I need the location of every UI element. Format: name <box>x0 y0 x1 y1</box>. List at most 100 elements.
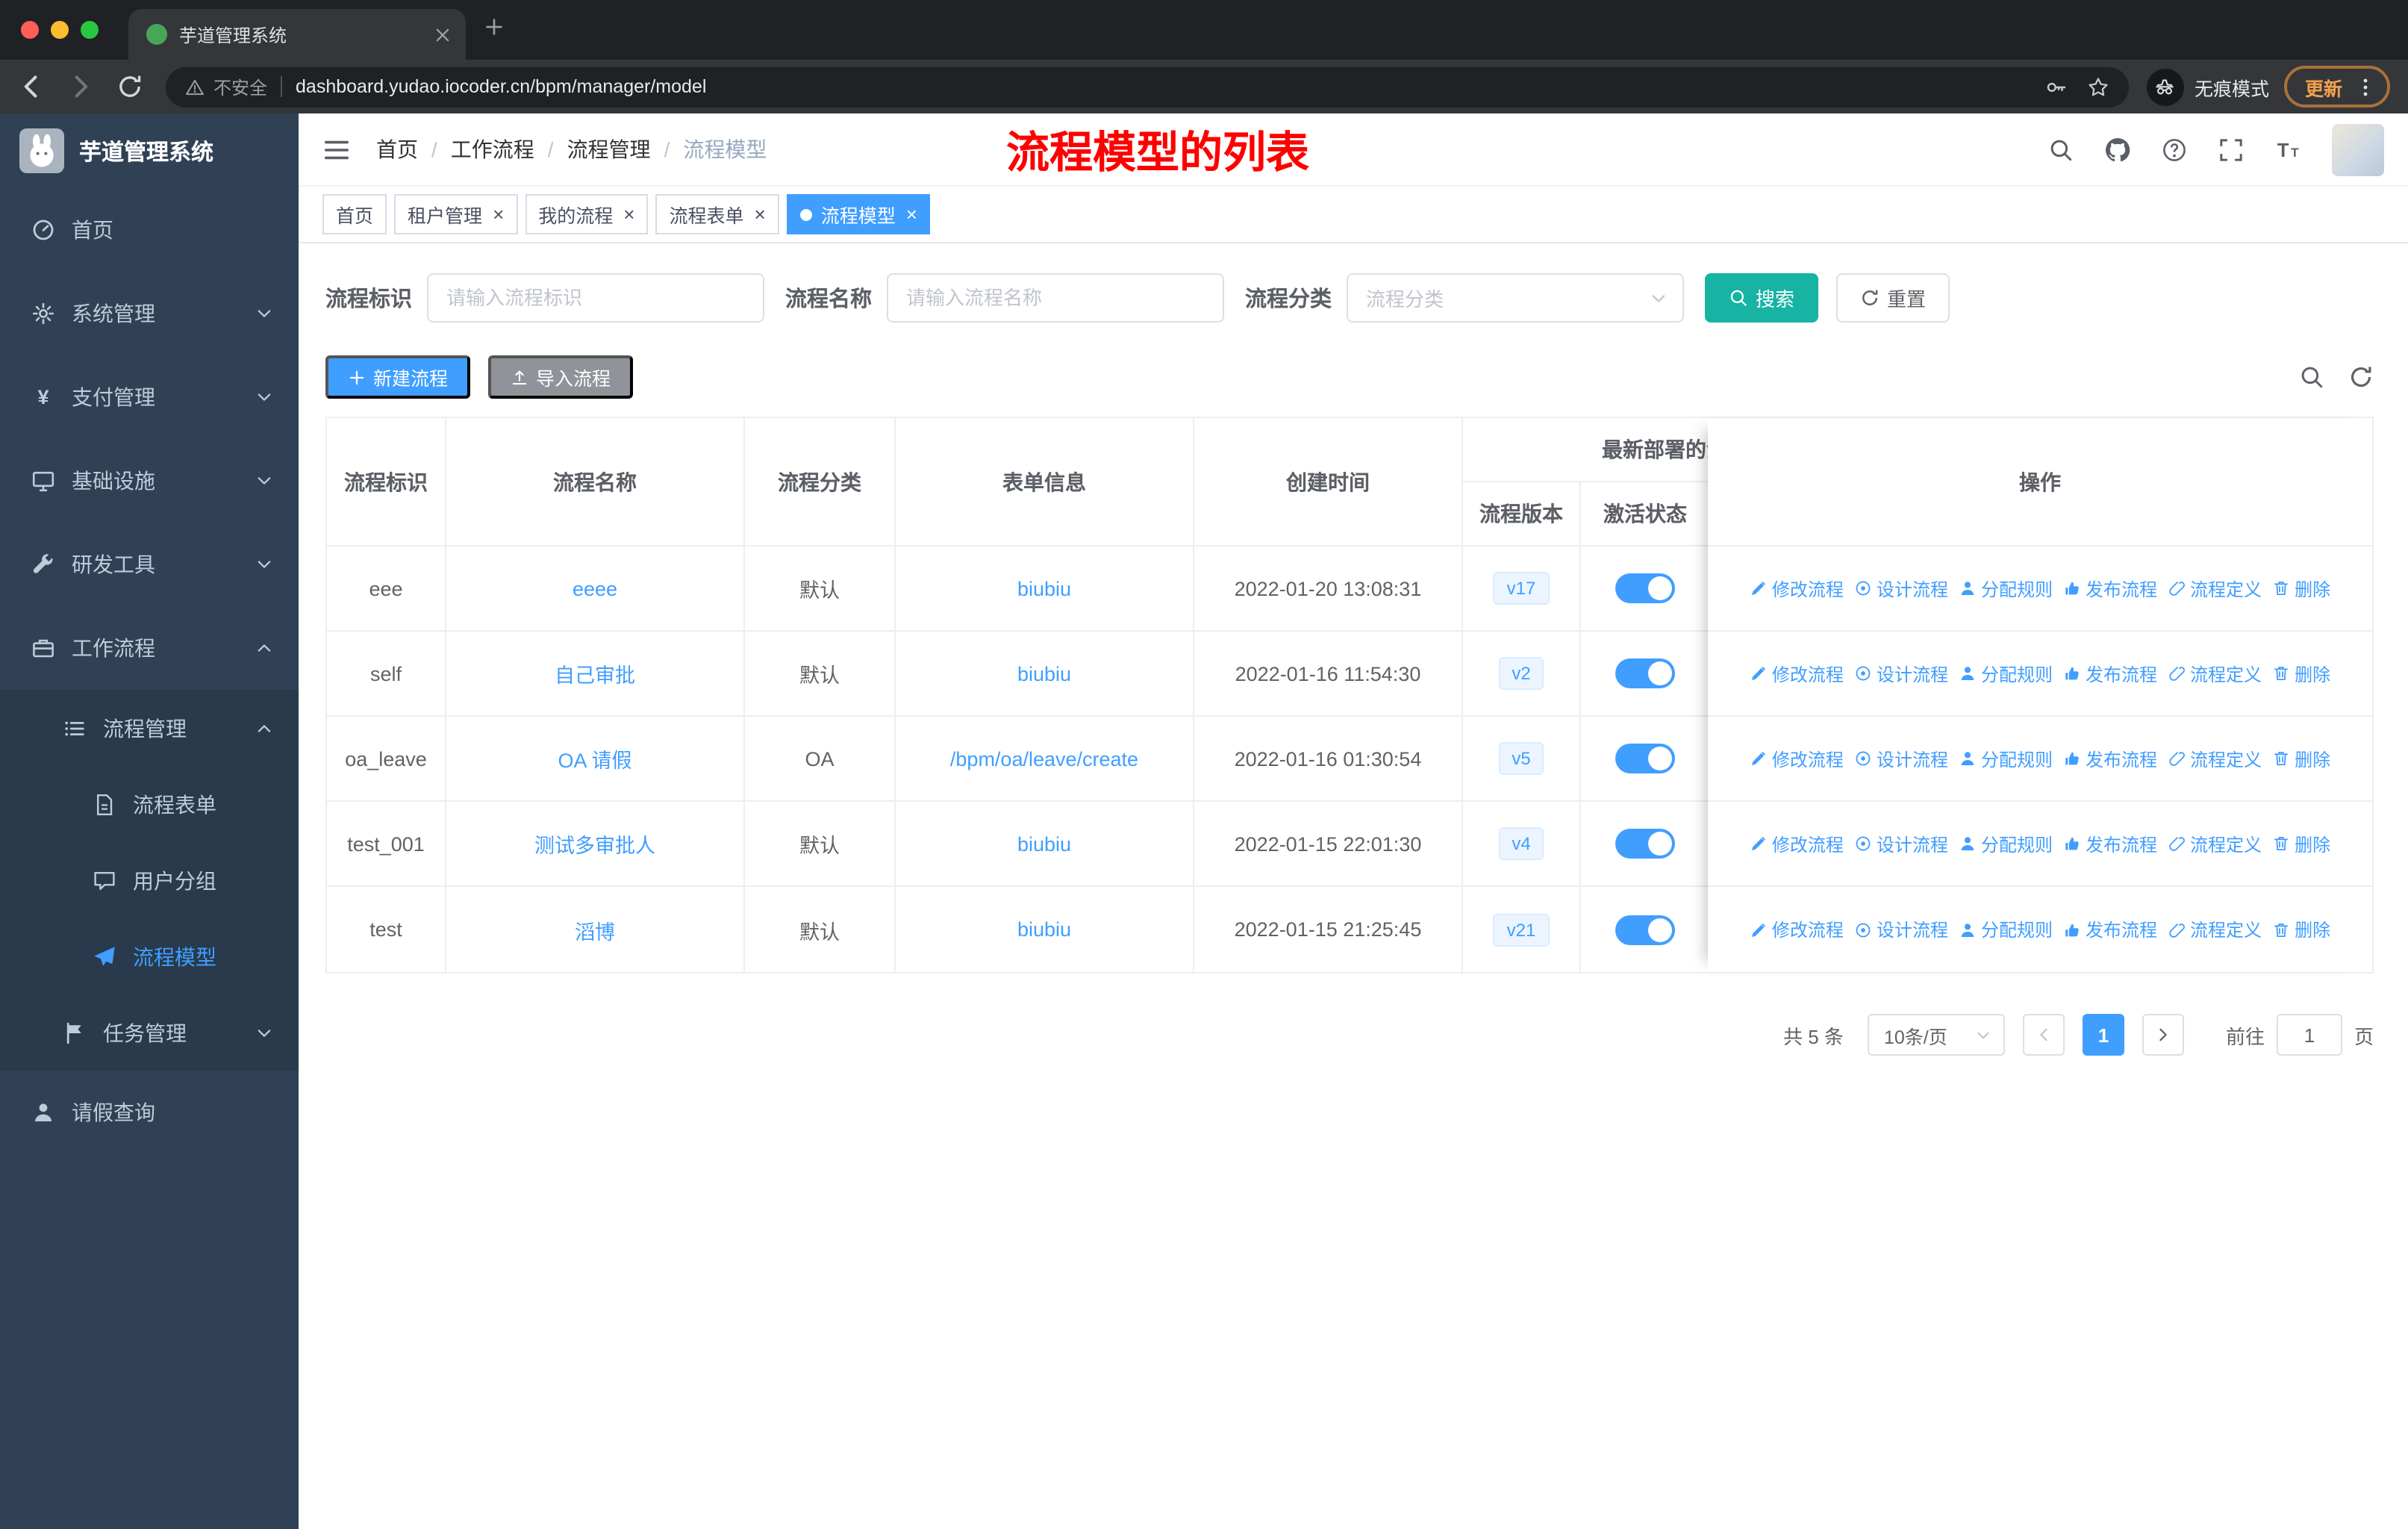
address-bar[interactable]: 不安全 dashboard.yudao.iocoder.cn/bpm/manag… <box>166 66 2129 107</box>
action-publish-link[interactable]: 发布流程 <box>2063 576 2157 601</box>
github-icon[interactable] <box>2105 137 2130 162</box>
action-edit-link[interactable]: 修改流程 <box>1750 746 1844 771</box>
process-key-input[interactable] <box>427 273 764 323</box>
create-process-button[interactable]: 新建流程 <box>325 355 471 399</box>
action-definition-link[interactable]: 流程定义 <box>2168 661 2262 686</box>
fullscreen-icon[interactable] <box>2218 137 2244 162</box>
process-name-link[interactable]: 滔博 <box>575 915 615 944</box>
action-assign-rule-link[interactable]: 分配规则 <box>1959 661 2053 686</box>
action-design-link[interactable]: 设计流程 <box>1854 746 1948 771</box>
table-refresh-button[interactable] <box>2348 364 2374 390</box>
next-page-button[interactable] <box>2142 1014 2184 1056</box>
sidebar-item-user-group[interactable]: 用户分组 <box>0 842 299 918</box>
current-page-button[interactable]: 1 <box>2082 1014 2124 1056</box>
goto-page-input[interactable] <box>2276 1014 2342 1056</box>
action-assign-rule-link[interactable]: 分配规则 <box>1959 576 2053 601</box>
form-info-link[interactable]: biubiu <box>1017 662 1071 685</box>
sidebar-item-payment-management[interactable]: ¥ 支付管理 <box>0 355 299 439</box>
action-design-link[interactable]: 设计流程 <box>1854 831 1948 856</box>
sidebar-item-infrastructure[interactable]: 基础设施 <box>0 439 299 523</box>
help-icon[interactable] <box>2162 137 2187 162</box>
tab-close-icon[interactable] <box>433 25 452 44</box>
process-name-link[interactable]: OA 请假 <box>558 744 631 773</box>
browser-update-button[interactable]: 更新 <box>2283 66 2390 108</box>
process-name-link[interactable]: eeee <box>573 577 617 600</box>
action-delete-link[interactable]: 删除 <box>2272 917 2330 942</box>
sidebar-item-process-form[interactable]: 流程表单 <box>0 766 299 842</box>
breadcrumb-item[interactable]: 流程管理 <box>567 134 651 164</box>
url-text[interactable]: dashboard.yudao.iocoder.cn/bpm/manager/m… <box>296 76 2045 97</box>
sidebar-item-leave-query[interactable]: 请假查询 <box>0 1071 299 1154</box>
import-process-button[interactable]: 导入流程 <box>488 355 634 399</box>
action-design-link[interactable]: 设计流程 <box>1854 661 1948 686</box>
password-key-icon[interactable] <box>2045 75 2068 98</box>
sidebar-item-dev-tools[interactable]: 研发工具 <box>0 523 299 606</box>
action-definition-link[interactable]: 流程定义 <box>2168 917 2262 942</box>
table-search-toggle-button[interactable] <box>2299 364 2324 390</box>
window-zoom-button[interactable] <box>81 21 99 39</box>
view-tab-tenant-management[interactable]: 租户管理 × <box>394 194 518 234</box>
active-toggle[interactable] <box>1615 573 1675 603</box>
forward-button[interactable] <box>67 73 94 100</box>
header-search-icon[interactable] <box>2048 137 2074 162</box>
back-button[interactable] <box>18 73 45 100</box>
view-tab-home[interactable]: 首页 <box>322 194 387 234</box>
sidebar-collapse-button[interactable] <box>322 135 351 164</box>
active-toggle[interactable] <box>1615 829 1675 859</box>
sidebar-item-workflow[interactable]: 工作流程 <box>0 606 299 690</box>
app-logo[interactable]: 芋道管理系统 <box>0 113 299 188</box>
category-select[interactable]: 流程分类 <box>1347 273 1684 323</box>
new-tab-button[interactable] <box>484 16 505 44</box>
form-info-link[interactable]: biubiu <box>1017 577 1071 600</box>
action-design-link[interactable]: 设计流程 <box>1854 917 1948 942</box>
form-info-link[interactable]: biubiu <box>1017 832 1071 855</box>
action-publish-link[interactable]: 发布流程 <box>2063 917 2157 942</box>
action-delete-link[interactable]: 删除 <box>2272 831 2330 856</box>
sidebar-item-process-model[interactable]: 流程模型 <box>0 918 299 994</box>
process-name-link[interactable]: 自己审批 <box>555 658 635 688</box>
form-info-link[interactable]: biubiu <box>1017 918 1071 941</box>
browser-tab[interactable]: 芋道管理系统 <box>128 9 466 60</box>
action-edit-link[interactable]: 修改流程 <box>1750 576 1844 601</box>
page-size-select[interactable]: 10条/页 <box>1867 1014 2005 1056</box>
search-button[interactable]: 搜索 <box>1705 273 1819 323</box>
action-edit-link[interactable]: 修改流程 <box>1750 831 1844 856</box>
window-close-button[interactable] <box>21 21 39 39</box>
active-toggle[interactable] <box>1615 744 1675 773</box>
close-icon[interactable]: × <box>493 203 504 225</box>
close-icon[interactable]: × <box>906 203 917 225</box>
process-name-input[interactable] <box>887 273 1224 323</box>
bookmark-star-icon[interactable] <box>2087 75 2109 98</box>
sidebar-item-system-management[interactable]: 系统管理 <box>0 272 299 355</box>
security-label[interactable]: 不安全 <box>213 74 267 99</box>
sidebar-item-home[interactable]: 首页 <box>0 188 299 272</box>
view-tab-process-form[interactable]: 流程表单 × <box>655 194 779 234</box>
action-publish-link[interactable]: 发布流程 <box>2063 746 2157 771</box>
action-delete-link[interactable]: 删除 <box>2272 576 2330 601</box>
action-assign-rule-link[interactable]: 分配规则 <box>1959 831 2053 856</box>
action-publish-link[interactable]: 发布流程 <box>2063 661 2157 686</box>
action-delete-link[interactable]: 删除 <box>2272 746 2330 771</box>
action-definition-link[interactable]: 流程定义 <box>2168 576 2262 601</box>
action-publish-link[interactable]: 发布流程 <box>2063 831 2157 856</box>
view-tab-process-model[interactable]: 流程模型 × <box>786 194 931 234</box>
action-definition-link[interactable]: 流程定义 <box>2168 831 2262 856</box>
process-name-link[interactable]: 测试多审批人 <box>534 829 655 859</box>
view-tab-my-process[interactable]: 我的流程 × <box>525 194 649 234</box>
form-info-link[interactable]: /bpm/oa/leave/create <box>950 747 1138 770</box>
close-icon[interactable]: × <box>755 203 766 225</box>
action-edit-link[interactable]: 修改流程 <box>1750 917 1844 942</box>
action-delete-link[interactable]: 删除 <box>2272 661 2330 686</box>
prev-page-button[interactable] <box>2022 1014 2065 1056</box>
action-assign-rule-link[interactable]: 分配规则 <box>1959 746 2053 771</box>
active-toggle[interactable] <box>1615 658 1675 688</box>
reload-button[interactable] <box>116 73 143 100</box>
action-definition-link[interactable]: 流程定义 <box>2168 746 2262 771</box>
reset-button[interactable]: 重置 <box>1836 273 1950 323</box>
breadcrumb-item[interactable]: 工作流程 <box>451 134 534 164</box>
sidebar-item-process-management[interactable]: 流程管理 <box>0 690 299 766</box>
font-size-icon[interactable]: TT <box>2275 137 2301 162</box>
close-icon[interactable]: × <box>623 203 634 225</box>
breadcrumb-item[interactable]: 首页 <box>376 134 418 164</box>
action-assign-rule-link[interactable]: 分配规则 <box>1959 917 2053 942</box>
